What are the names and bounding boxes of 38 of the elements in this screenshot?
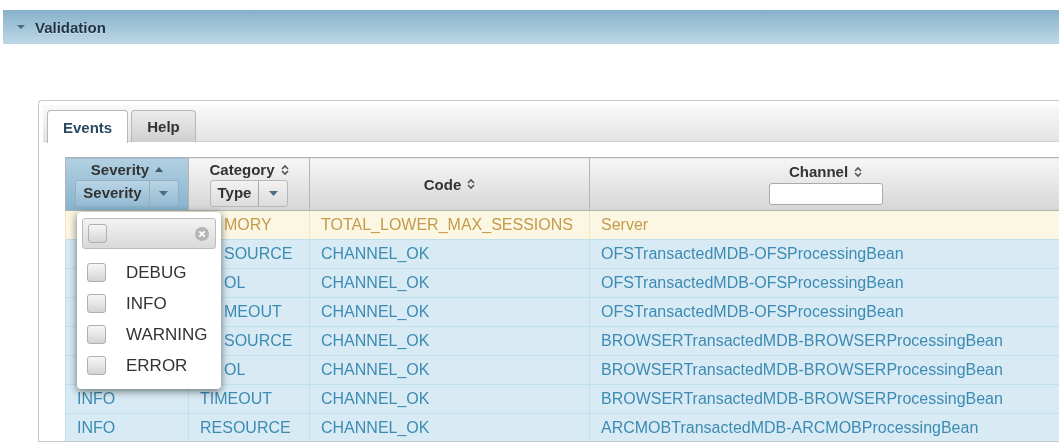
cell-text: MEOUT — [224, 303, 282, 320]
cell-text: CHANNEL_OK — [321, 274, 430, 291]
cell-text: RESOURCE — [200, 419, 291, 436]
cell-text: MORY — [224, 216, 272, 233]
cell-text: Server — [601, 216, 649, 233]
filter-dropdown[interactable]: Type — [209, 180, 289, 207]
cell-text: SOURCE — [224, 245, 293, 262]
column-header[interactable]: Channel — [589, 157, 1059, 211]
tab[interactable]: Help — [131, 110, 196, 142]
filter-dropdown[interactable]: Severity — [75, 180, 179, 207]
cell-text: CHANNEL_OK — [321, 419, 430, 436]
section-header[interactable]: Validation — [3, 10, 1059, 44]
column-header[interactable]: Code — [309, 157, 590, 211]
cell-text: CHANNEL_OK — [321, 245, 430, 262]
cell-text: ARCMOBTransactedMDB-ARCMOBProcessingBean — [601, 419, 979, 436]
cell-text: BROWSERTransactedMDB-BROWSERProcessingBean — [601, 361, 1003, 378]
cell-text: SOURCE — [224, 332, 293, 349]
cell-text: TIMEOUT — [200, 390, 272, 407]
cell-text: BROWSERTransactedMDB-BROWSERProcessingBean — [601, 390, 1003, 407]
cell-text: OL — [224, 274, 246, 291]
cell-text: CHANNEL_OK — [321, 390, 430, 407]
cell-text: CHANNEL_OK — [321, 332, 430, 349]
cell-text: OFSTransactedMDB-OFSProcessingBean — [601, 303, 904, 320]
column-header[interactable]: Category Type — [188, 157, 310, 211]
column-header[interactable]: Severity Severity — [65, 157, 189, 211]
cell-text: OL — [224, 361, 246, 378]
option-label: WARNING — [126, 324, 208, 345]
cell-text: INFO — [77, 390, 116, 407]
cell-text: BROWSERTransactedMDB-BROWSERProcessingBean — [601, 332, 1003, 349]
cell-text: OFSTransactedMDB-OFSProcessingBean — [601, 245, 904, 262]
cell-text: CHANNEL_OK — [321, 303, 430, 320]
tab[interactable]: Events — [47, 110, 129, 143]
cell-text: TOTAL_LOWER_MAX_SESSIONS — [321, 216, 573, 233]
option-label: ERROR — [126, 355, 188, 376]
cell-text: CHANNEL_OK — [321, 361, 430, 378]
section-title: Validation — [35, 18, 106, 36]
cell-text: INFO — [77, 419, 116, 436]
cell-text: OFSTransactedMDB-OFSProcessingBean — [601, 274, 904, 291]
